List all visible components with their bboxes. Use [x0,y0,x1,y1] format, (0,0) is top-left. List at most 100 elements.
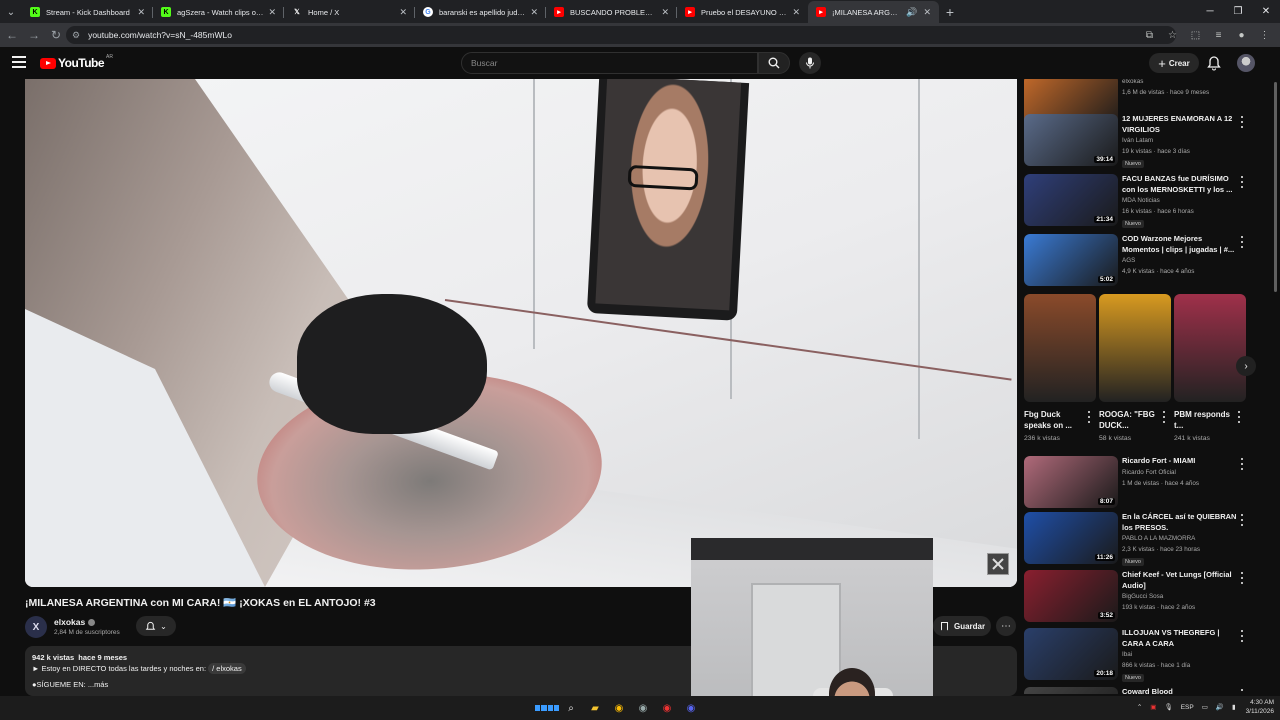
recommended-channel-name[interactable]: PABLO A LA MAZMORRA [1122,535,1195,542]
discord-icon[interactable]: ◉ [679,699,703,717]
close-window-icon[interactable]: ✕ [1252,0,1280,22]
subscription-bell-button[interactable]: ⌄ [136,616,176,636]
volume-icon[interactable]: 🔊 [1216,703,1224,711]
network-icon[interactable]: ▭ [1202,703,1208,711]
recommended-video[interactable]: 3:52 Chief Keef - Vet Lungs [Official Aud… [1024,570,1269,624]
more-options-icon[interactable] [1238,514,1246,526]
minimize-icon[interactable]: ─ [1196,0,1224,22]
recommended-channel-name[interactable]: BigGucci Sosa [1122,593,1163,600]
windows-start-icon[interactable] [535,699,559,717]
recommended-video[interactable]: 11:26 En la CÁRCEL así te QUIEBRAN los PR… [1024,512,1269,566]
browser-tab[interactable]: G baranski es apellido judio? - Bu ✕ [415,1,546,23]
search-icon[interactable]: ⌕ [559,699,583,717]
close-tab-icon[interactable]: ✕ [137,7,145,18]
short-thumbnail[interactable] [1024,294,1096,402]
short-title[interactable]: PBM responds t... [1174,409,1232,431]
close-tab-icon[interactable]: ✕ [923,7,931,18]
recommended-video-title[interactable]: Coward Blood [1122,687,1238,694]
video-thumbnail[interactable]: 21:34 [1024,174,1118,226]
browser-tab[interactable]: K agSzera - Watch clips on Kick ✕ [153,1,284,23]
browser-tab[interactable]: ▸ Pruebo el DESAYUNO más BAR ✕ [677,1,808,23]
chevron-up-icon[interactable]: ⌃ [1137,703,1142,711]
reload-icon[interactable]: ↻ [46,25,66,45]
recommended-video[interactable]: 20:18 ILLOJUAN VS THEGREFG | CARA A CARA I… [1024,628,1269,682]
more-actions-button[interactable]: ⋯ [996,616,1016,636]
notifications-bell-icon[interactable] [1206,55,1222,71]
create-button[interactable]: + Crear [1149,53,1199,73]
youtube-logo[interactable]: YouTube AR [40,54,113,70]
channel-avatar[interactable]: X [25,616,47,638]
video-thumbnail[interactable]: 5:02 [1024,234,1118,286]
close-tab-icon[interactable]: ✕ [530,7,538,18]
video-thumbnail[interactable]: 8:07 [1024,456,1118,508]
browser-tab-active[interactable]: ▸ ¡MILANESA ARGENTINA con 🔊 ✕ [808,1,939,23]
sidebar-scrollbar[interactable] [1274,82,1277,292]
search-input[interactable]: Buscar [461,52,758,74]
browser-tab[interactable]: ▸ BUSCANDO PROBLEMAS CON ✕ [546,1,677,23]
profile-icon[interactable]: ● [1230,25,1253,45]
recommended-video[interactable]: 5:02 COD Warzone Mejores Momentos | clips… [1024,234,1269,288]
close-tab-icon[interactable]: ✕ [268,7,276,18]
recommended-channel-name[interactable]: elxokas [1122,79,1143,85]
short-title[interactable]: Fbg Duck speaks on ... [1024,409,1082,431]
address-bar[interactable]: ⚙ youtube.com/watch?v=sN_-485mWLo [66,26,1176,44]
search-button[interactable] [758,52,790,74]
more-options-icon[interactable] [1238,630,1246,642]
more-options-icon[interactable] [1238,176,1246,188]
recommended-video[interactable]: 39:14 12 MUJERES ENAMORAN A 12 VIRGILIOS I… [1024,114,1269,168]
recommended-video-title[interactable]: COD Warzone Mejores Momentos | clips | j… [1122,234,1238,255]
recommended-channel-name[interactable]: AGS [1122,257,1135,264]
voice-search-button[interactable] [799,52,821,74]
more-options-icon[interactable] [1236,411,1242,423]
battery-icon[interactable]: ▮ [1232,703,1236,711]
video-thumbnail[interactable]: 39:14 [1024,114,1118,166]
language-indicator[interactable]: ESP [1181,704,1194,711]
maximize-icon[interactable]: ❐ [1224,0,1252,22]
video-player[interactable] [25,79,1017,587]
file-explorer-icon[interactable]: ▰ [583,699,607,717]
recommended-video[interactable]: 21:34 FACU BANZAS fue DURÍSIMO con los ME… [1024,174,1269,228]
show-more-link[interactable]: ...más [88,680,108,689]
bookmark-star-icon[interactable]: ☆ [1161,25,1184,45]
more-options-icon[interactable] [1238,458,1246,470]
save-button[interactable]: Guardar [933,616,991,636]
hamburger-menu-icon[interactable] [12,56,26,68]
short-thumbnail[interactable] [1174,294,1246,402]
app-icon[interactable]: ◉ [655,699,679,717]
speaker-icon[interactable]: 🔊 [906,7,917,18]
recommended-video-title[interactable]: 12 MUJERES ENAMORAN A 12 VIRGILIOS [1122,114,1238,135]
more-options-icon[interactable] [1238,236,1246,248]
recommended-channel-name[interactable]: Ibai [1122,651,1132,658]
microphone-icon[interactable]: 🎙 [1164,703,1172,711]
chrome-menu-icon[interactable]: ⋮ [1253,25,1276,45]
short-thumbnail[interactable] [1099,294,1171,402]
back-icon[interactable]: ← [2,25,22,45]
reading-list-icon[interactable]: ≡ [1207,25,1230,45]
tray-app-icon[interactable]: ▣ [1150,703,1156,711]
recommended-video-title[interactable]: Ricardo Fort - MIAMI [1122,456,1238,467]
site-info-icon[interactable]: ⚙ [72,30,80,41]
install-app-icon[interactable]: ⧉ [1138,25,1161,45]
recommended-channel-name[interactable]: Ricardo Fort Oficial [1122,469,1176,476]
recommended-video[interactable]: 8:07 Ricardo Fort - MIAMI Ricardo Fort Ofi… [1024,456,1269,510]
recommended-channel-name[interactable]: Iván Latam [1122,137,1153,144]
browser-tab[interactable]: K Stream - Kick Dashboard ✕ [22,1,153,23]
channel-name[interactable]: elxokas [54,617,96,627]
recommended-channel-name[interactable]: MDA Noticias [1122,197,1160,204]
more-options-icon[interactable] [1086,411,1092,423]
more-options-icon[interactable] [1161,411,1167,423]
recommended-video-title[interactable]: ILLOJUAN VS THEGREFG | CARA A CARA [1122,628,1238,649]
app-icon[interactable]: ◉ [631,699,655,717]
description-link[interactable]: / elxokas [208,663,246,674]
video-thumbnail[interactable]: 3:52 [1024,570,1118,622]
chrome-icon[interactable]: ◉ [607,699,631,717]
clock[interactable]: 4:30 AM 3/11/2026 [1246,698,1274,716]
new-tab-button[interactable]: + [939,1,961,23]
more-options-icon[interactable] [1238,116,1246,128]
account-avatar[interactable] [1237,54,1255,72]
close-tab-icon[interactable]: ✕ [399,7,407,18]
recommended-video-title[interactable]: En la CÁRCEL así te QUIEBRAN los PRESOS. [1122,512,1238,533]
browser-tab[interactable]: 𝕏 Home / X ✕ [284,1,415,23]
extensions-icon[interactable]: ⬚ [1184,25,1207,45]
shorts-next-button[interactable]: › [1236,356,1256,376]
